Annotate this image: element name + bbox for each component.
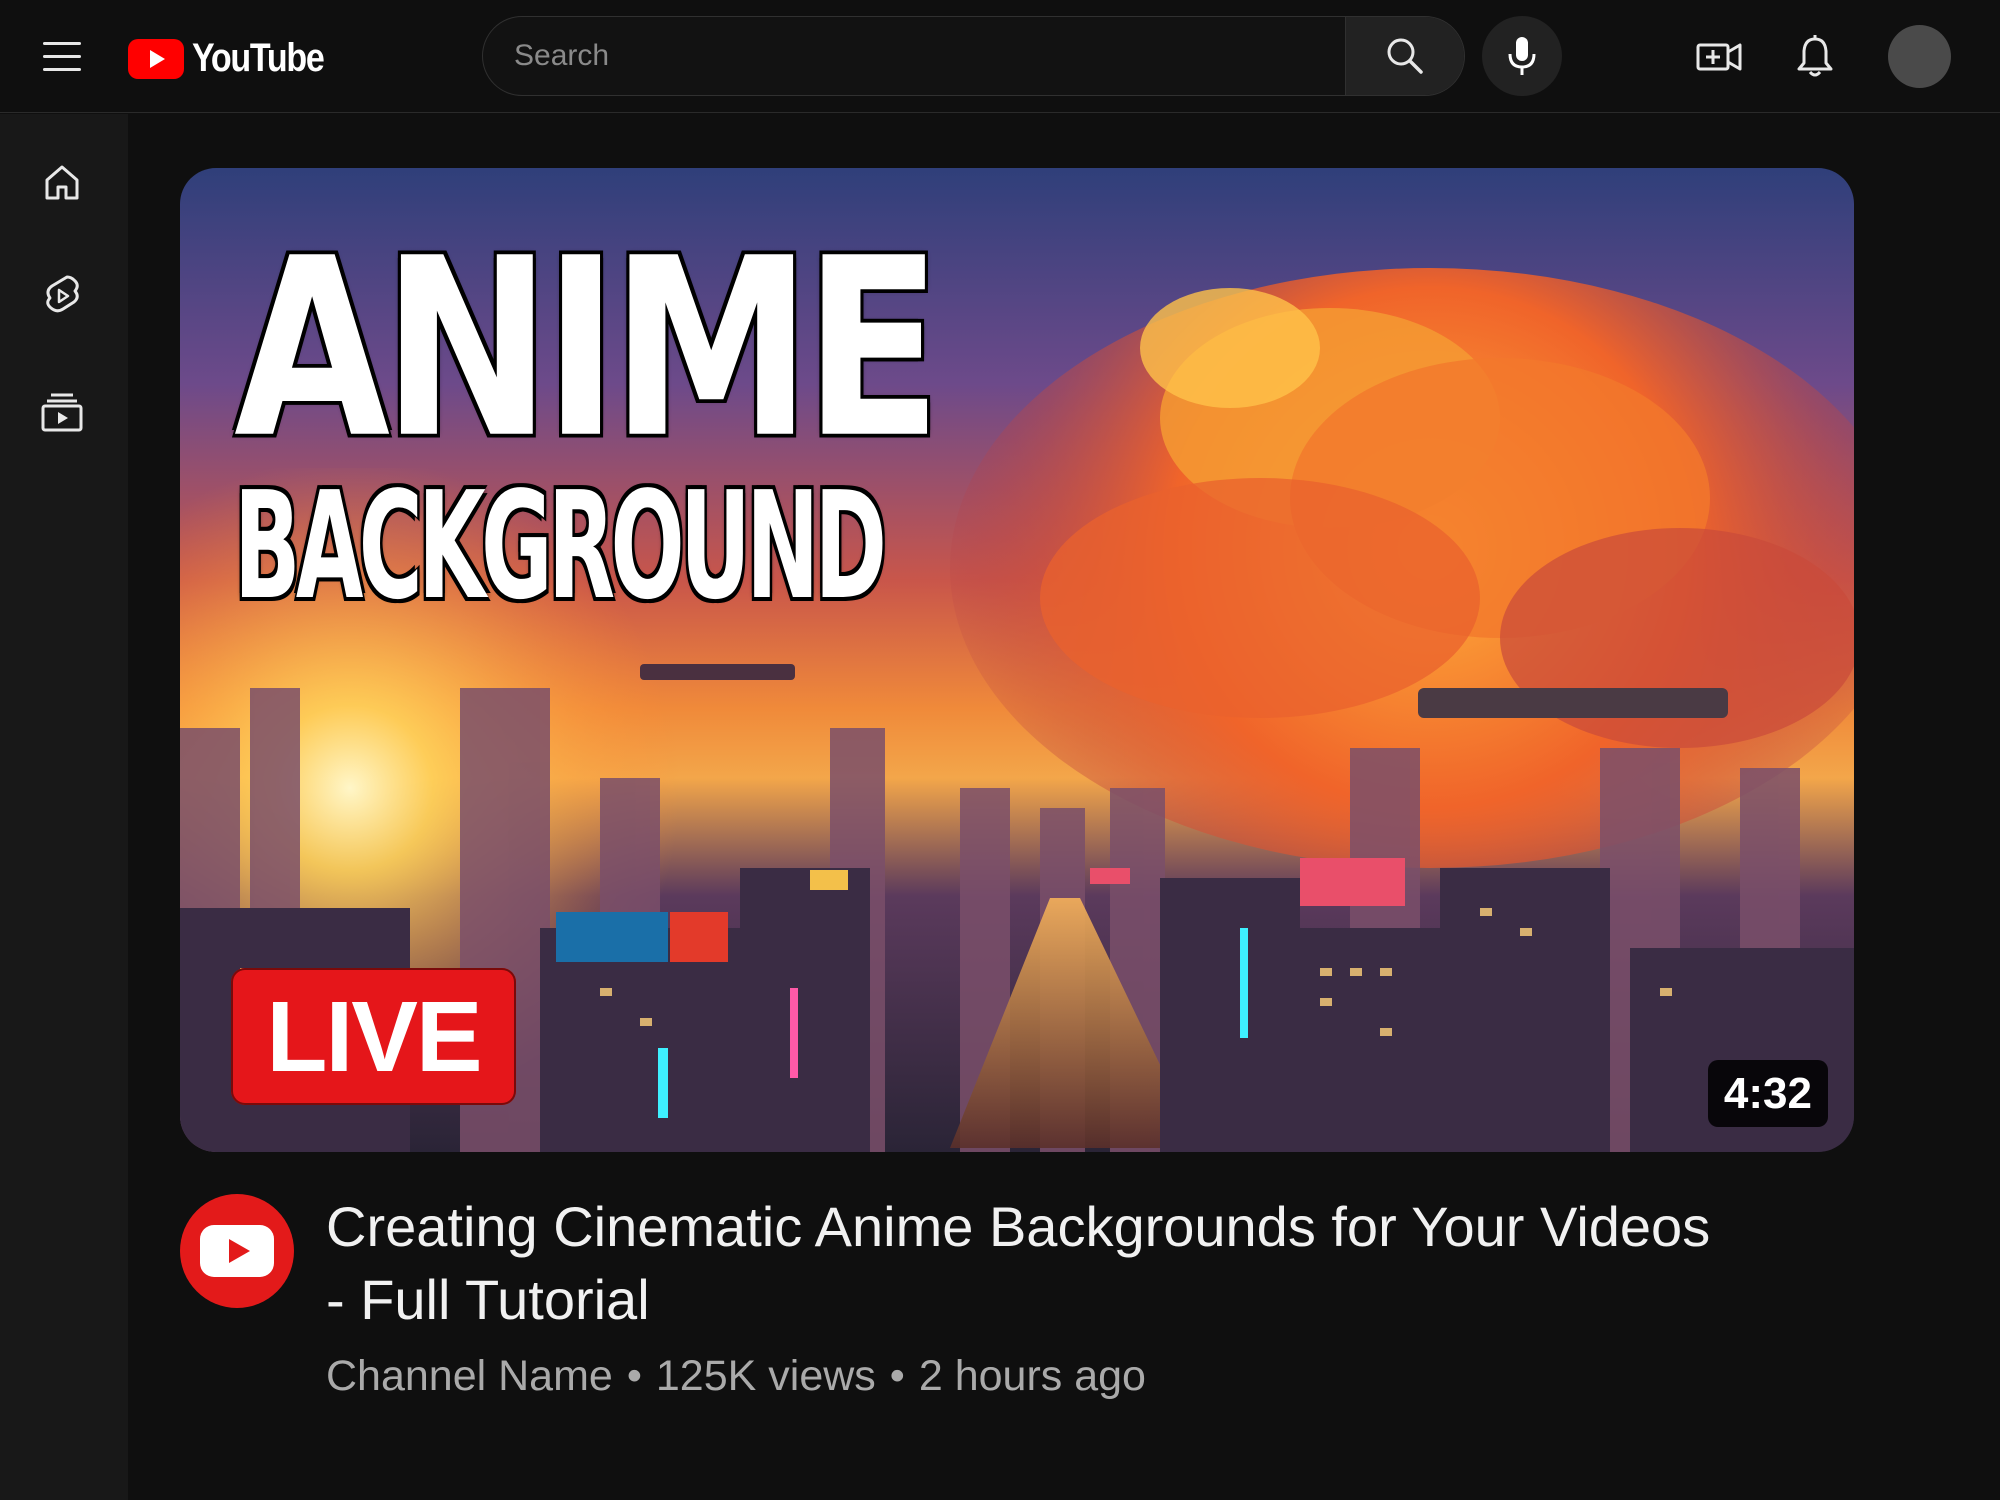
search-button[interactable]: [1345, 17, 1464, 95]
hamburger-icon-line: [43, 67, 81, 71]
home-icon: [45, 165, 79, 200]
video-metadata: Channel Name • 125K views • 2 hours ago: [326, 1352, 1146, 1401]
video-duration: 4:32: [1707, 1060, 1828, 1127]
sidebar-item-shorts[interactable]: [38, 272, 86, 320]
sidebar-item-home[interactable]: [38, 158, 86, 206]
meta-separator: •: [626, 1352, 642, 1400]
shorts-icon: [46, 275, 79, 313]
upload-age: 2 hours ago: [918, 1352, 1146, 1400]
youtube-logo[interactable]: YouTube: [128, 36, 347, 81]
masthead: YouTube: [0, 0, 2000, 113]
live-badge: LIVE: [231, 968, 516, 1105]
sidebar: [0, 114, 128, 1500]
view-count: 125K views: [655, 1352, 876, 1400]
search-box: [482, 16, 1465, 96]
live-badge-label: LIVE: [266, 980, 482, 1093]
logo-wordmark: YouTube: [192, 36, 325, 80]
hamburger-icon: [43, 41, 81, 45]
youtube-play-icon: [128, 38, 184, 79]
search-icon: [1387, 38, 1423, 74]
sidebar-item-subscriptions[interactable]: [38, 388, 86, 436]
voice-search-button[interactable]: [1482, 16, 1562, 96]
menu-button[interactable]: [36, 30, 88, 82]
subscriptions-icon: [41, 393, 83, 432]
thumbnail-title-line1: ANIME: [234, 205, 942, 493]
channel-avatar[interactable]: [180, 1194, 294, 1308]
meta-separator: •: [889, 1352, 905, 1400]
microphone-icon: [1508, 37, 1536, 75]
create-button[interactable]: [1696, 34, 1742, 80]
notifications-button[interactable]: [1792, 34, 1838, 80]
account-avatar[interactable]: [1888, 25, 1951, 88]
thumbnail-title-line2: BACKGROUND: [234, 460, 887, 632]
youtube-play-icon: [200, 1225, 274, 1277]
video-thumbnail[interactable]: ANIME BACKGROUND LIVE 4:32: [180, 168, 1854, 1152]
video-title[interactable]: Creating Cinematic Anime Backgrounds for…: [326, 1190, 1726, 1336]
hamburger-icon-line: [43, 54, 81, 58]
thumbnail-title-text: ANIME BACKGROUND: [234, 226, 1034, 620]
create-video-icon: [1696, 43, 1742, 71]
channel-name[interactable]: Channel Name: [326, 1352, 613, 1400]
search-input[interactable]: [483, 17, 1345, 95]
bell-icon: [1797, 35, 1833, 77]
